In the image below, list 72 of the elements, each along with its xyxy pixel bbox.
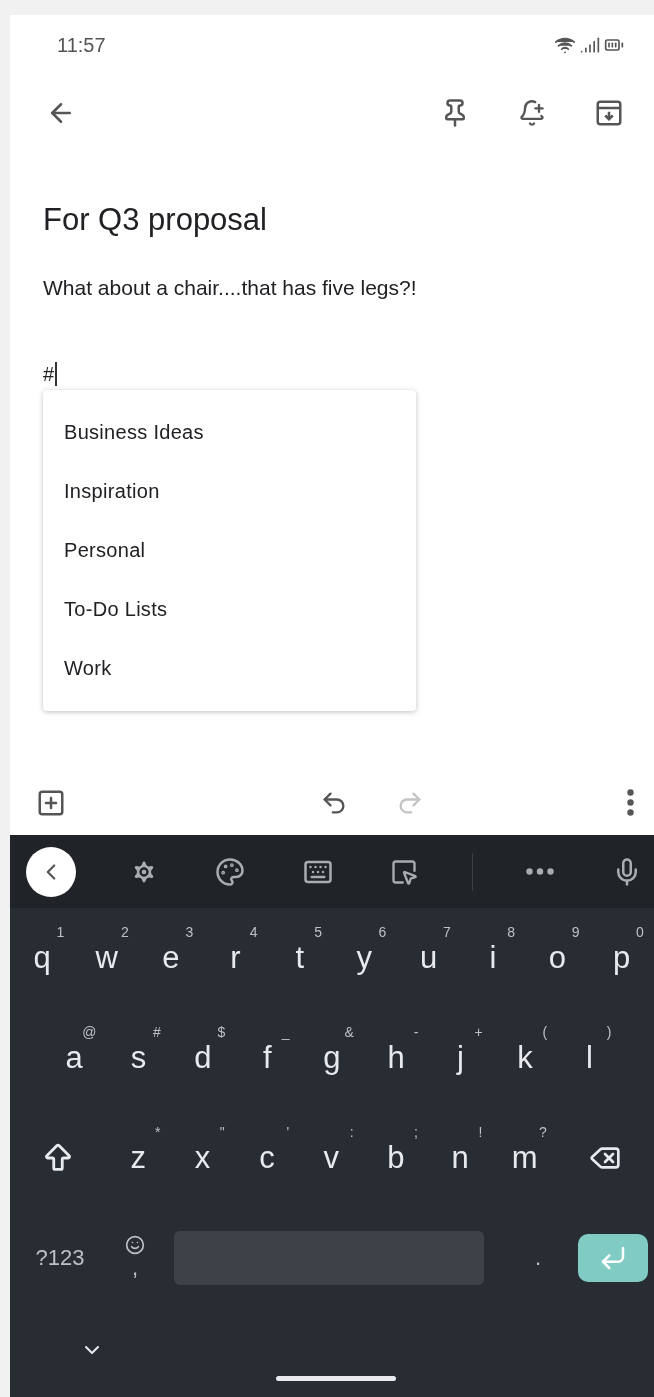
key-hint: & xyxy=(344,1024,354,1040)
keyboard-key[interactable]: p 0 xyxy=(589,918,654,998)
key-hint: _ xyxy=(281,1024,290,1040)
key-hint: # xyxy=(153,1024,161,1040)
key-hint: ! xyxy=(478,1124,483,1140)
key-hint: 7 xyxy=(442,924,451,940)
keyboard-key[interactable]: f _ xyxy=(235,1018,300,1098)
label-suggestion[interactable]: Inspiration xyxy=(43,462,416,521)
enter-key[interactable] xyxy=(578,1234,648,1282)
keyboard-key[interactable]: v : xyxy=(299,1118,364,1198)
keyboard-key[interactable]: g & xyxy=(299,1018,364,1098)
keyboard-key[interactable]: e 3 xyxy=(138,918,204,998)
key-hint: * xyxy=(154,1124,161,1140)
palette-icon xyxy=(215,856,246,887)
status-time: 11:57 xyxy=(57,33,106,57)
key-hint: 5 xyxy=(314,924,322,940)
keyboard-key[interactable]: u 7 xyxy=(396,918,461,998)
key-hint: 8 xyxy=(507,924,516,940)
key-hint: ; xyxy=(414,1124,418,1140)
more-vertical-icon xyxy=(627,789,634,816)
keyboard-key[interactable]: m ? xyxy=(492,1118,557,1198)
more-horizontal-icon xyxy=(526,868,555,875)
key-hint: - xyxy=(413,1024,419,1040)
key-hint: @ xyxy=(82,1024,97,1040)
keyboard-key[interactable]: h - xyxy=(363,1018,429,1098)
signal-icon xyxy=(580,35,600,55)
keyboard-key[interactable]: s # xyxy=(106,1018,171,1098)
bell-plus-icon xyxy=(518,98,546,127)
key-hint: 4 xyxy=(249,924,258,940)
keyboard-key[interactable]: x " xyxy=(170,1118,235,1198)
label-suggestion[interactable]: Business Ideas xyxy=(43,403,416,462)
key-hint: : xyxy=(349,1124,354,1140)
keyboard-key[interactable]: l ) xyxy=(557,1018,622,1098)
key-hint: 6 xyxy=(378,924,387,940)
keyboard-key[interactable]: t 5 xyxy=(267,918,332,998)
key-hint: ( xyxy=(542,1024,548,1040)
keyboard-key[interactable]: j + xyxy=(428,1018,493,1098)
keyboard-key[interactable]: k ( xyxy=(492,1018,558,1098)
keyboard-key[interactable]: n ! xyxy=(427,1118,493,1198)
keyboard-key[interactable]: i 8 xyxy=(460,918,526,998)
collapse-button[interactable] xyxy=(26,846,76,897)
note-body[interactable]: What about a chair....that has five legs?! xyxy=(43,276,654,300)
comma-key[interactable]: , xyxy=(110,1218,160,1298)
keyboard-key[interactable]: r 4 xyxy=(203,918,268,998)
label-suggestion[interactable]: Work xyxy=(43,639,416,698)
keyboard-key[interactable]: c ' xyxy=(234,1118,300,1198)
key-hint: 2 xyxy=(121,924,129,940)
key-hint: ? xyxy=(538,1124,547,1140)
keyboard-key[interactable]: w 2 xyxy=(74,918,139,998)
label-suggestion[interactable]: To-Do Lists xyxy=(43,580,416,639)
keyboard-key[interactable]: o 9 xyxy=(525,918,590,998)
keyboard-key[interactable]: b ; xyxy=(363,1118,428,1198)
symbols-key[interactable]: ?123 xyxy=(10,1218,110,1298)
period-key[interactable]: . xyxy=(498,1218,578,1298)
key-hint: 1 xyxy=(56,924,65,940)
note-title[interactable]: For Q3 proposal xyxy=(43,202,654,238)
label-suggestion[interactable]: Personal xyxy=(43,521,416,580)
key-hint: " xyxy=(219,1124,225,1140)
smiley-icon xyxy=(125,1235,145,1255)
keyboard-key[interactable]: a @ xyxy=(42,1018,107,1098)
key-hint: ' xyxy=(286,1124,290,1140)
key-hint: ) xyxy=(606,1024,612,1040)
key-hint: + xyxy=(474,1024,483,1040)
key-hint: 0 xyxy=(636,924,644,940)
key-hint: $ xyxy=(217,1024,226,1040)
key-hint: 3 xyxy=(185,924,194,940)
keyboard-key[interactable]: z * xyxy=(106,1118,171,1198)
keyboard-key[interactable]: d $ xyxy=(170,1018,236,1098)
key-hint: 9 xyxy=(571,924,580,940)
keyboard-key[interactable]: y 6 xyxy=(331,918,397,998)
keyboard-key[interactable]: q 1 xyxy=(10,918,75,998)
tag-input-field[interactable]: # xyxy=(43,362,58,386)
